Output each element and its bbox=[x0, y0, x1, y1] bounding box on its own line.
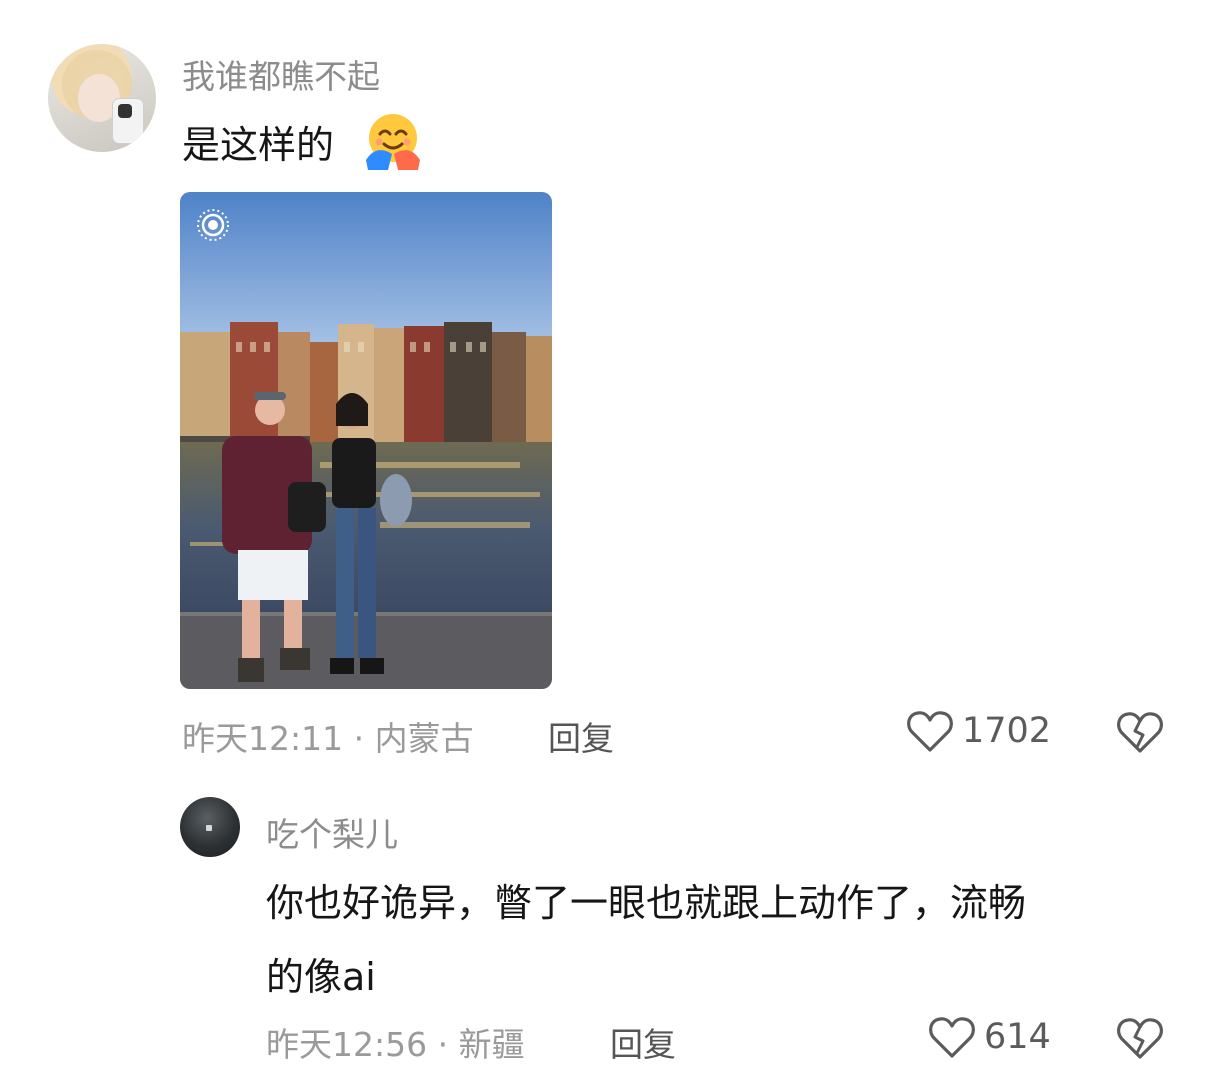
reply-avatar[interactable] bbox=[180, 797, 240, 857]
reply-meta: 昨天12:56 · 新疆 bbox=[266, 1025, 525, 1064]
like-count: 1702 bbox=[962, 711, 1052, 751]
broken-heart-icon[interactable] bbox=[1116, 709, 1164, 755]
broken-heart-icon[interactable] bbox=[1116, 1015, 1164, 1061]
reply-text-line1: 你也好诡异，瞥了一眼也就跟上动作了，流畅 bbox=[266, 881, 1027, 925]
comment-username[interactable]: 我谁都瞧不起 bbox=[182, 50, 380, 98]
reply-reply-button[interactable]: 回复 bbox=[610, 1018, 676, 1066]
comment-meta: 昨天12:11 · 内蒙古 bbox=[182, 719, 474, 758]
like-button[interactable]: 1702 bbox=[906, 708, 1051, 754]
reply-username[interactable]: 吃个梨儿 bbox=[266, 808, 398, 856]
heart-outline-icon bbox=[929, 1017, 975, 1058]
comment-text-body: 是这样的 bbox=[182, 123, 335, 167]
reply-text-line2: 的像ai bbox=[266, 955, 376, 999]
attached-photo[interactable] bbox=[180, 192, 552, 689]
reply-button[interactable]: 回复 bbox=[548, 712, 614, 760]
avatar[interactable] bbox=[48, 44, 156, 152]
photo-scene bbox=[180, 192, 552, 689]
reply-like-count: 614 bbox=[984, 1017, 1051, 1057]
heart-outline-icon bbox=[907, 711, 953, 752]
comment-text: 是这样的 bbox=[182, 114, 334, 169]
live-photo-icon[interactable] bbox=[196, 208, 230, 242]
hugging-face-emoji-icon bbox=[366, 114, 420, 170]
reply-like-button[interactable]: 614 bbox=[928, 1014, 1051, 1060]
